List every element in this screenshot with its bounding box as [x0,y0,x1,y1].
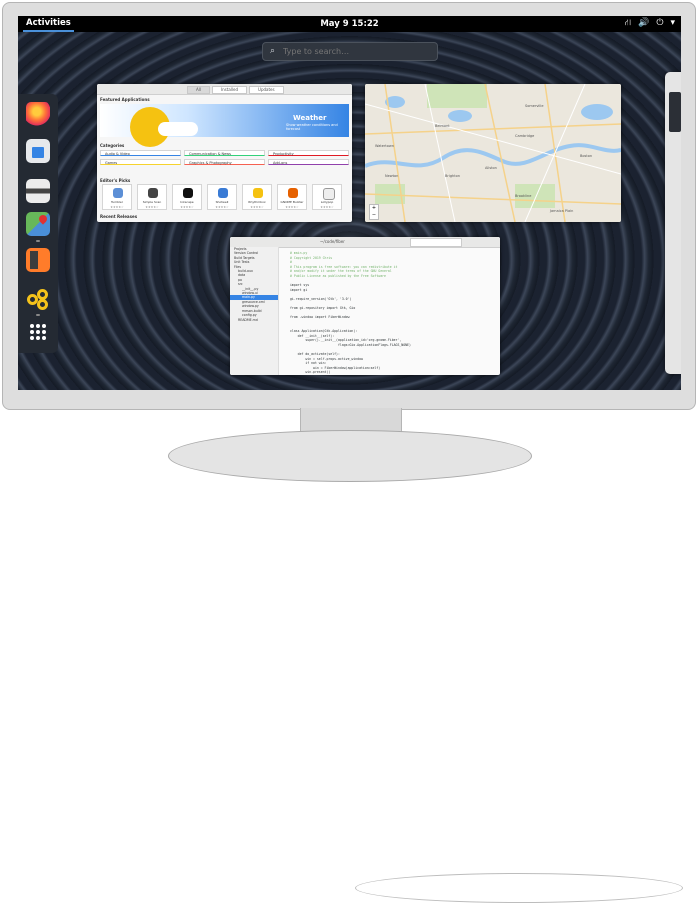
map-label: Somerville [525,104,544,108]
featured-heading: Featured Applications [100,97,150,102]
map-label: Brookline [515,194,532,198]
builder-icon[interactable] [26,286,50,310]
search-box[interactable]: ⌕ [262,42,438,61]
code-editor[interactable]: # main.py # Copyright 2019 Chris # # This p… [290,251,496,375]
maps-icon[interactable] [26,212,50,236]
app-icon [323,188,335,200]
zoom-controls[interactable]: + − [369,204,379,220]
pick-card[interactable]: Simple Scan ★★★★☆ [137,184,167,210]
app-icon [183,188,193,198]
map-label: Cambridge [515,134,535,138]
category-games[interactable]: Games [100,159,181,165]
offscreen-window[interactable] [665,72,681,374]
banner-desc: Show weather conditions and forecast [286,123,338,131]
featured-banner[interactable]: Weather Show weather conditions and fore… [100,104,349,147]
software-icon[interactable] [26,139,50,163]
category-audio-video[interactable]: Audio & Video [100,150,181,156]
map-label: Jamaica Plain [550,209,574,213]
map-label: Brighton [445,174,460,178]
map-label: Newton [385,174,399,178]
zoom-out-button[interactable]: − [370,212,378,219]
chevron-down-icon[interactable]: ▾ [670,18,675,29]
app-icon [288,188,298,198]
builder-window[interactable]: ~/code/fiber Projects Version Control Bu… [230,237,500,375]
clock[interactable]: May 9 15:22 [18,16,681,32]
network-icon[interactable]: ⛙ [625,18,631,29]
category-productivity[interactable]: Productivity [268,150,349,156]
desktop-screen: Activities May 9 15:22 ⛙ 🔊 ⏻ ▾ ⌕ Type to… [18,16,681,390]
volume-icon[interactable]: 🔊 [638,18,649,29]
map-label: Boston [580,154,593,158]
search-input[interactable] [283,44,433,59]
disks-icon[interactable] [26,179,50,203]
search-icon: ⌕ [270,46,276,56]
search-input[interactable] [410,238,462,247]
project-tree[interactable]: Projects Version Control Build Targets U… [230,247,279,375]
monitor-base [168,430,683,903]
running-indicator [36,240,40,242]
tab-all[interactable]: All [187,86,210,94]
tree-item[interactable]: README.md [230,318,278,322]
zoom-in-button[interactable]: + [370,205,378,212]
map-label: Allston [485,166,497,170]
maps-window[interactable]: Watertown Belmont Cambridge Somerville B… [365,84,621,222]
category-communication[interactable]: Communication & News [184,150,265,156]
software-window[interactable]: All Installed Updates Featured Applicati… [97,84,352,222]
headerbar: All Installed Updates [97,84,352,95]
calculator-icon[interactable] [26,248,50,272]
pick-card[interactable]: Tumbler ★★★★☆ [102,184,132,210]
category-addons[interactable]: Add-ons [268,159,349,165]
power-icon[interactable]: ⏻ [656,18,663,29]
map-label: Belmont [435,124,450,128]
app-icon [113,188,123,198]
app-icon [218,188,228,198]
tab-updates[interactable]: Updates [249,86,284,94]
path-label: ~/code/fiber [320,239,345,244]
pick-card[interactable]: Shotwell ★★★★☆ [207,184,237,210]
map-label: Watertown [375,144,394,148]
firefox-icon[interactable] [26,102,50,126]
running-indicator [36,314,40,316]
editors-heading: Editor's Picks [100,178,131,183]
category-graphics[interactable]: Graphics & Photography [184,159,265,165]
pick-card[interactable]: Rhythmbox ★★★★☆ [242,184,272,210]
pick-card[interactable]: GNOME Builder ★★★★☆ [277,184,307,210]
top-bar: Activities May 9 15:22 ⛙ 🔊 ⏻ ▾ [18,16,681,32]
recent-heading: Recent Releases [100,214,138,219]
categories-heading: Categories [100,143,125,148]
map-canvas[interactable] [365,84,621,222]
app-icon [253,188,263,198]
app-icon [148,188,158,198]
banner-title: Weather [293,114,327,122]
pick-card[interactable]: Inkscape ★★★★☆ [172,184,202,210]
tab-installed[interactable]: Installed [211,86,248,94]
cloud-icon [158,122,198,136]
system-tray[interactable]: ⛙ 🔊 ⏻ ▾ [625,18,675,29]
pick-card[interactable]: Lollypop ★★★★☆ [312,184,342,210]
dash [18,94,58,353]
app-grid-icon[interactable] [30,324,46,340]
